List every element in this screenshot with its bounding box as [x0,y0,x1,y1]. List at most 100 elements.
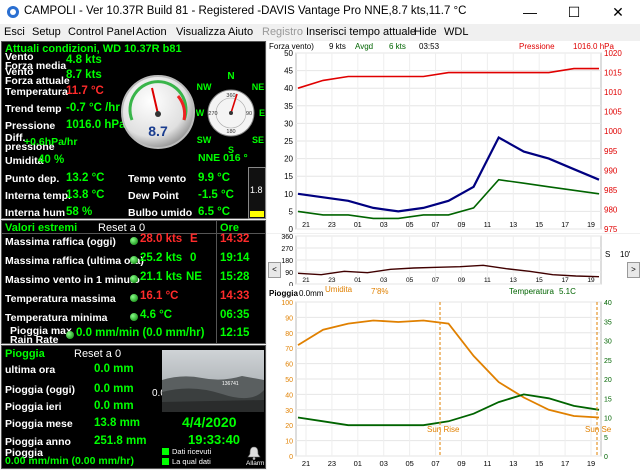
y-tick-label: 35 [284,102,293,111]
svg-text:N: N [227,71,234,82]
scroll-left-button[interactable]: < [268,262,281,278]
indoor-temp-label: Interna temp. [5,190,71,202]
y-tick-label: 25 [284,137,293,146]
x-tick-label: 17 [561,459,569,468]
x-tick-label: 03 [380,222,388,229]
wind-avg-value: 4.8 kts [66,54,102,66]
temperature-label: Temperatura [5,86,68,98]
scroll-right-button[interactable]: > [627,262,640,278]
temp-trend-value: -0.7 °C /hr [66,102,120,114]
svg-text:W: W [196,108,205,118]
menu-visualizza[interactable]: Visualizza [176,26,225,38]
y-right-tick-label: 975 [604,225,618,233]
rain-value-1: 0.0 mm [94,383,134,395]
svg-text:NW: NW [197,82,212,92]
menu-esci[interactable]: Esci [4,26,25,38]
x-tick-label: 05 [406,277,414,284]
svg-text:180: 180 [226,129,235,135]
y-tick-label: 80 [285,331,293,338]
x-tick-label: 07 [431,459,439,468]
x-tick-label: 03 [380,277,388,284]
wind-current-value: 8.7 kts [66,69,102,81]
y-right-tick-label: 25 [604,358,612,365]
x-tick-label: 13 [510,277,518,284]
extreme-time-0: 14:32 [220,233,250,245]
close-button[interactable]: ✕ [596,0,640,24]
x-tick-label: 15 [535,459,543,468]
wind-legend-time: 03:53 [419,42,440,51]
x-tick-label: 21 [302,222,310,229]
temp-legend-label: Temperatura [509,287,554,296]
alarm-label: Allarm [246,460,265,467]
rain-label-1: Pioggia (oggi) [5,384,75,396]
menu-setup[interactable]: Setup [32,26,61,38]
menu-control-panel[interactable]: Control Panel [68,26,135,38]
y-right-tick-label: 1005 [604,108,622,117]
menu-aiuto[interactable]: Aiuto [228,26,253,38]
x-tick-label: 05 [406,222,414,229]
svg-text:NE: NE [252,82,265,92]
extreme-time-4: 06:35 [220,309,250,321]
y-right-tick-label: 30 [604,339,612,346]
extreme-label-3: Temperatura massima [5,293,116,305]
y-tick-label: 90 [285,270,293,277]
y-right-tick-label: 5 [604,435,608,442]
wind-compass: N NW NE W E SW SE S 360 90 180 270 [196,71,265,155]
wind-pressure-chart: 21 23 01 03 05 07 09 11 13 15 17 19 051015202530354… [267,41,640,233]
y-tick-label: 15 [284,172,293,181]
y-tick-label: 30 [284,119,293,128]
x-tick-label: 07 [432,277,440,284]
menu-registro[interactable]: Registro [262,26,303,38]
menu-bar: Esci Setup Control Panel Action Visualiz… [0,24,640,41]
menu-hide[interactable]: Hide [414,26,437,38]
y-right-tick-label: 20 [604,377,612,384]
y-tick-label: 10 [285,439,293,446]
zoom-value-label: 10' [620,250,631,259]
y-tick-label: 0 [289,454,293,461]
alarm-bell-icon[interactable] [246,446,262,460]
extreme-dir-0: E [190,233,198,245]
y-tick-label: 20 [285,423,293,430]
rain-legend-value: 0.0mm [299,289,324,298]
extreme-time-2: 15:28 [220,271,250,283]
rain-label-2: Pioggia ieri [5,401,62,413]
pressure-label: Pressione [5,120,56,132]
maximize-button[interactable]: ☐ [552,0,596,24]
y-right-tick-label: 990 [604,166,618,175]
menu-inserisci-tempo[interactable]: Inserisci tempo attuale [306,26,416,38]
x-tick-label: 09 [458,277,466,284]
menu-action[interactable]: Action [136,26,167,38]
y-right-tick-label: 0 [604,454,608,461]
extreme-value-5: 0.0 mm/min (0.0 mm/hr) [76,327,205,339]
x-tick-label: 15 [536,277,544,284]
webcam-image[interactable]: 136741 [162,350,264,412]
wind-speed-gauge: 8.7 [121,75,195,149]
y-right-tick-label: 980 [604,205,618,214]
x-tick-label: 09 [458,222,466,229]
y-right-tick-label: 35 [604,319,612,326]
app-icon [7,6,19,18]
data-received-label: Dati ricevuti [172,447,212,456]
rain-reset-button[interactable]: Reset a 0 [74,348,121,360]
y-right-tick-label: 10 [604,416,612,423]
y-right-tick-label: 995 [604,147,618,156]
rain-value-2: 0.0 mm [94,400,134,412]
dew-label: Dew Point [128,190,179,202]
rain-header: Pioggia [5,348,45,360]
y-tick-label: 40 [285,392,293,399]
x-tick-label: 13 [509,222,517,229]
extreme-value-4: 4.6 °C [140,309,173,321]
minimize-button[interactable]: — [508,0,552,24]
x-tick-label: 23 [328,222,336,229]
y-right-tick-label: 1000 [604,127,622,136]
rain-rate-value: 0.00 mm/min (0.00 mm/hr) [5,455,134,467]
sunset-label: Sun Se [585,425,612,434]
menu-wdl[interactable]: WDL [444,26,468,38]
window-title: CAMPOLI - Ver 10.37R Build 81 - Register… [24,5,467,17]
extreme-indicator-0 [130,237,138,245]
x-tick-label: 01 [354,222,362,229]
avg-legend-label: Avgd [355,42,373,51]
x-tick-label: 03 [380,459,388,468]
x-tick-label: 01 [354,459,362,468]
extreme-indicator-2 [130,275,138,283]
